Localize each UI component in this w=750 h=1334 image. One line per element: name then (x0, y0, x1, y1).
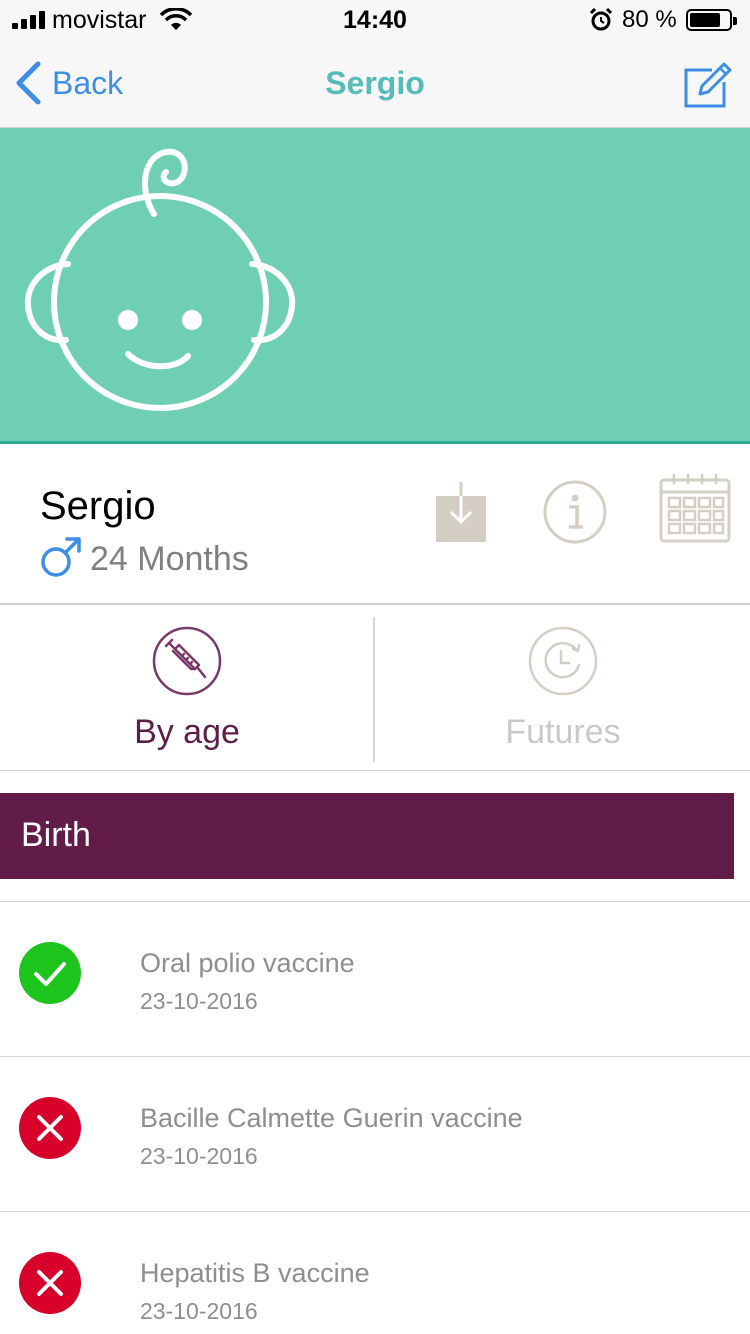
battery-icon (686, 9, 737, 31)
vaccine-name: Hepatitis B vaccine (140, 1258, 370, 1288)
alarm-icon (590, 8, 612, 31)
tab-divider (373, 617, 375, 762)
profile-hero-banner (0, 128, 750, 444)
tab-futures-label: Futures (505, 713, 621, 751)
page-title: Sergio (325, 65, 425, 101)
download-icon[interactable] (436, 482, 486, 542)
clock-icon (528, 626, 598, 696)
baby-face-icon (24, 148, 296, 411)
battery-percent: 80 % (622, 6, 677, 33)
check-icon (19, 942, 81, 1004)
child-name: Sergio (40, 484, 156, 528)
edit-icon[interactable] (682, 62, 732, 108)
male-symbol-icon (41, 537, 81, 577)
child-profile: Sergio 24 Months (0, 444, 750, 605)
info-icon[interactable] (542, 479, 608, 545)
tab-by-age[interactable]: By age (0, 605, 374, 771)
vaccine-row[interactable]: Bacille Calmette Guerin vaccine 23-10-20… (0, 1057, 750, 1212)
tab-bar: By age Futures (0, 605, 750, 771)
navigation-bar: Back Sergio (0, 40, 750, 128)
close-icon (19, 1097, 81, 1159)
vaccine-date: 23-10-2016 (140, 1143, 258, 1169)
vaccine-row[interactable]: Hepatitis B vaccine 23-10-2016 (0, 1212, 750, 1334)
close-icon (19, 1252, 81, 1314)
vaccine-date: 23-10-2016 (140, 1298, 258, 1324)
vaccine-row[interactable]: Oral polio vaccine 23-10-2016 (0, 902, 750, 1057)
tab-futures[interactable]: Futures (376, 605, 750, 771)
child-age: 24 Months (90, 540, 249, 578)
vaccine-name: Bacille Calmette Guerin vaccine (140, 1103, 523, 1133)
tab-by-age-label: By age (134, 713, 240, 751)
calendar-icon[interactable] (658, 472, 732, 544)
section-title: Birth (21, 816, 91, 854)
section-header-birth: Birth (0, 793, 734, 879)
vaccine-name: Oral polio vaccine (140, 948, 355, 978)
syringe-icon (152, 626, 222, 696)
status-bar: movistar 14:40 80 % (0, 0, 750, 40)
vaccine-list: Oral polio vaccine 23-10-2016 Bacille Ca… (0, 902, 750, 1334)
vaccine-date: 23-10-2016 (140, 988, 258, 1014)
